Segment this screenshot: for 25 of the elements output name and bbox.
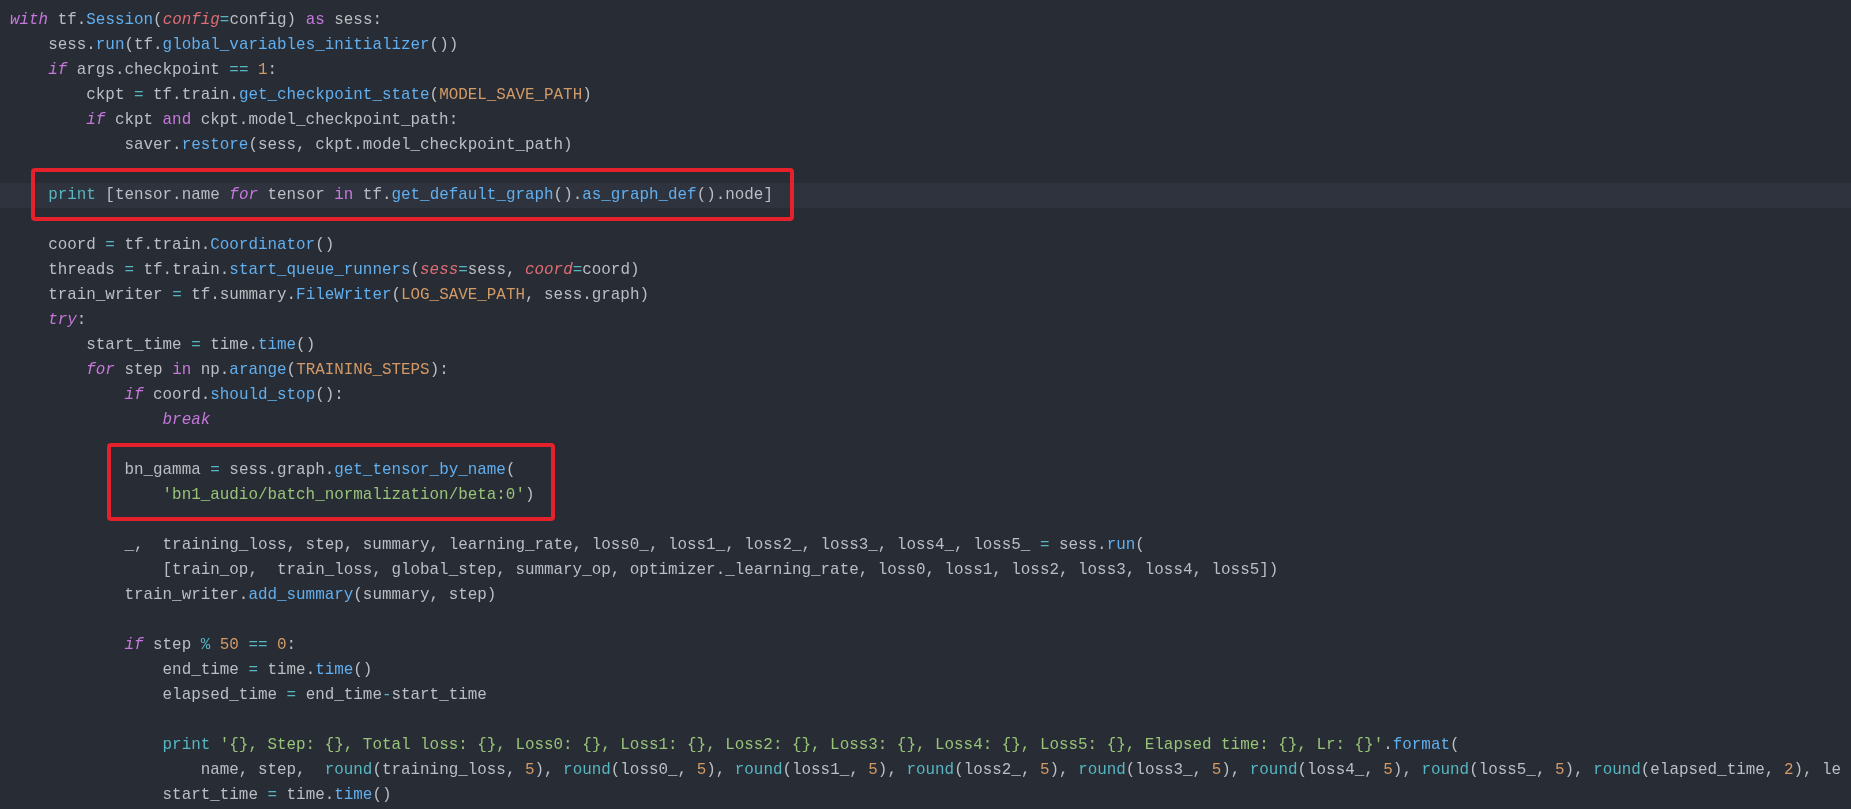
code-line: for step in np.arange(TRAINING_STEPS):	[85, 360, 450, 381]
code-line: [train_op, train_loss, global_step, summary_op, optimizer._learning_rate, loss0, loss1, loss2, loss3, loss4, loss5])	[161, 560, 1280, 581]
code-line: try:	[47, 310, 88, 331]
code-line: threads = tf.train.start_queue_runners(sess=sess, coord=coord)	[47, 260, 641, 281]
code-line: if step % 50 == 0:	[123, 635, 298, 656]
code-line: if args.checkpoint == 1:	[47, 60, 279, 81]
code-line: train_writer = tf.summary.FileWriter(LOG_SAVE_PATH, sess.graph)	[47, 285, 650, 306]
code-line: 'bn1_audio/batch_normalization/beta:0')	[161, 485, 536, 506]
code-line: sess.run(tf.global_variables_initializer())	[47, 35, 460, 56]
code-line: train_writer.add_summary(summary, step)	[123, 585, 498, 606]
code-line: with tf.Session(config=config) as sess:	[9, 10, 383, 31]
code-line: end_time = time.time()	[161, 660, 374, 681]
code-line: if ckpt and ckpt.model_checkpoint_path:	[85, 110, 460, 131]
code-line: start_time = time.time()	[85, 335, 317, 356]
code-line: saver.restore(sess, ckpt.model_checkpoint_path)	[123, 135, 574, 156]
code-line: print '{}, Step: {}, Total loss: {}, Loss0: {}, Loss1: {}, Loss2: {}, Loss3: {}, Loss4: {}, Loss5: {}, Elapsed time: {}, Lr: {}'.format(	[161, 735, 1461, 756]
code-line: if coord.should_stop():	[123, 385, 345, 406]
code-line: start_time = time.time()	[161, 785, 393, 806]
code-line: coord = tf.train.Coordinator()	[47, 235, 336, 256]
code-line: _, training_loss, step, summary, learning_rate, loss0_, loss1_, loss2_, loss3_, loss4_, loss5_ = sess.run(	[123, 535, 1146, 556]
code-line: ckpt = tf.train.get_checkpoint_state(MODEL_SAVE_PATH)	[85, 85, 593, 106]
code-line: name, step, round(training_loss, 5), round(loss0_, 5), round(loss1_, 5), round(loss2_, 5), round(loss3_, 5), round(loss4_, 5), round(loss5_, 5), round(elapsed_time, 2), le	[199, 760, 1843, 781]
code-line: break	[161, 410, 212, 431]
code-line: elapsed_time = end_time-start_time	[161, 685, 488, 706]
code-line: bn_gamma = sess.graph.get_tensor_by_name(	[123, 460, 517, 481]
